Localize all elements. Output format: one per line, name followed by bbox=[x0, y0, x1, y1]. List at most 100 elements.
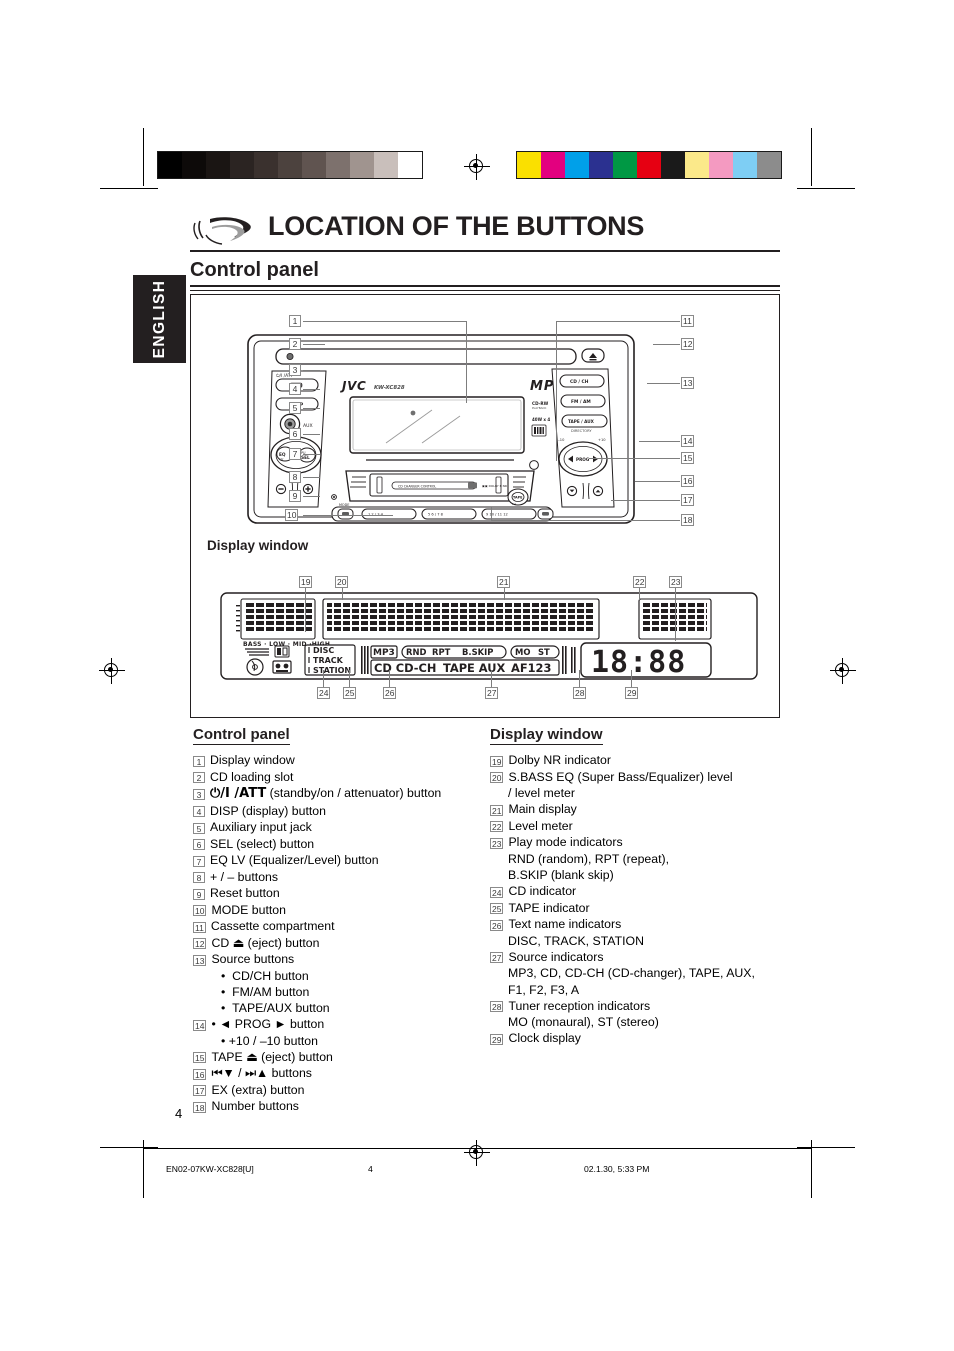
svg-text:DIRECTORY: DIRECTORY bbox=[571, 429, 592, 433]
legend-number: 8 bbox=[193, 872, 205, 883]
legend-label: ⏮▼ / ⏭▲ buttons bbox=[211, 1066, 312, 1081]
legend-control-panel: Control panel 1 Display window 2 CD load… bbox=[193, 726, 478, 1115]
list-item: 19 Dolby NR indicator bbox=[490, 752, 790, 768]
callout-1-leader-down bbox=[466, 321, 467, 403]
svg-text:CD / CH: CD / CH bbox=[570, 379, 589, 385]
list-item: 7 EQ LV (Equalizer/Level) button bbox=[193, 852, 478, 868]
svg-text:MODE: MODE bbox=[339, 503, 349, 507]
language-tab-english: ENGLISH bbox=[133, 275, 186, 363]
list-item: 4 DISP (display) button bbox=[193, 803, 478, 819]
svg-text:PLAYBACK: PLAYBACK bbox=[532, 406, 546, 410]
callout-11-leader-down bbox=[556, 321, 557, 461]
list-item: 28 Tuner reception indicators bbox=[490, 998, 790, 1014]
list-item: 27 Source indicators bbox=[490, 949, 790, 965]
figure-panel: 1 2 3 4 5 6 7 8 9 10 11 12 13 14 15 16 1… bbox=[190, 294, 780, 718]
callout-25: 25 bbox=[343, 687, 357, 699]
list-item: 2 CD loading slot bbox=[193, 769, 478, 785]
legend-number: 4 bbox=[193, 806, 205, 817]
svg-text:TAPE / AUX: TAPE / AUX bbox=[568, 419, 595, 424]
svg-text:–10: –10 bbox=[558, 438, 565, 442]
callout-14-leader bbox=[639, 441, 680, 442]
registration-mark-left bbox=[99, 658, 125, 684]
legend-number: 11 bbox=[193, 921, 206, 933]
list-item: 13 Source buttons bbox=[193, 951, 478, 967]
legend-label: Tuner reception indicators bbox=[508, 998, 651, 1013]
legend-number: 7 bbox=[193, 855, 205, 867]
callout-7-leader bbox=[303, 454, 320, 455]
chapter-header: LOCATION OF THE BUTTONS bbox=[190, 211, 780, 253]
callout-12: 12 bbox=[681, 338, 695, 350]
title-divider bbox=[190, 250, 780, 252]
grayscale-swatch bbox=[398, 152, 422, 178]
svg-text:B.SKIP: B.SKIP bbox=[462, 647, 493, 657]
footer-page: 4 bbox=[368, 1164, 373, 1174]
legend-sub-label: CD/CH button bbox=[232, 968, 309, 983]
svg-text:MP3: MP3 bbox=[373, 648, 395, 658]
svg-text:KW-XC828: KW-XC828 bbox=[374, 385, 405, 391]
legend-number: 3 bbox=[193, 788, 205, 800]
legend-number: 6 bbox=[193, 839, 205, 850]
callout-18: 18 bbox=[681, 514, 695, 526]
svg-text:5 6 / 7 8: 5 6 / 7 8 bbox=[428, 513, 444, 517]
callout-8-leader bbox=[303, 477, 320, 478]
legend-number: 9 bbox=[193, 888, 205, 900]
callout-1: 1 bbox=[289, 315, 301, 327]
grayscale-swatch bbox=[302, 152, 326, 178]
callout-19-leader bbox=[305, 588, 306, 632]
crop-mark-left-horizontal bbox=[100, 188, 158, 190]
legend-label: Level meter bbox=[508, 818, 573, 833]
callout-11: 11 bbox=[681, 315, 694, 327]
callout-21: 21 bbox=[497, 576, 511, 588]
callout-24-leader bbox=[323, 670, 324, 687]
legend-label: Reset button bbox=[210, 886, 280, 900]
legend-continuation: F1, F2, F3, A bbox=[508, 982, 580, 997]
legend-label: Auxiliary input jack bbox=[210, 820, 312, 834]
list-item: 11 Cassette compartment bbox=[193, 918, 478, 934]
registration-mark-bottom bbox=[464, 1140, 490, 1166]
legend-label: + / – buttons bbox=[210, 869, 279, 884]
page-title: LOCATION OF THE BUTTONS bbox=[268, 211, 645, 241]
svg-text:CD CD-CH: CD CD-CH bbox=[374, 661, 436, 675]
grayscale-swatch bbox=[158, 152, 182, 178]
svg-text:CD CHANGER CONTROL: CD CHANGER CONTROL bbox=[398, 484, 436, 488]
grayscale-swatch bbox=[254, 152, 278, 178]
legend-label: • ◄ PROG ► button bbox=[211, 1017, 325, 1032]
legend-number: 1 bbox=[193, 755, 205, 767]
callout-27: 27 bbox=[485, 687, 499, 699]
svg-text:9 10 / 11 12: 9 10 / 11 12 bbox=[486, 513, 508, 517]
callout-17-leader bbox=[611, 500, 680, 501]
legend-label: ⏻/I /ATT (standby/on / attenuator) butto… bbox=[210, 785, 478, 802]
callout-18-leader-up bbox=[491, 507, 492, 520]
callout-12-leader bbox=[653, 344, 680, 345]
legend-label: Dolby NR indicator bbox=[508, 753, 611, 767]
language-tab-label: ENGLISH bbox=[150, 279, 168, 359]
legend-label: TAPE indicator bbox=[508, 900, 590, 915]
legend-number: 17 bbox=[193, 1085, 207, 1097]
callout-26: 26 bbox=[383, 687, 397, 699]
svg-text:+10: +10 bbox=[598, 438, 606, 442]
legend-label: DISP (display) button bbox=[210, 803, 326, 818]
legend-number: 25 bbox=[490, 903, 504, 915]
callout-1-leader bbox=[303, 321, 467, 322]
callout-22-leader bbox=[639, 588, 640, 600]
legend-label: CD loading slot bbox=[210, 769, 294, 784]
callout-15: 15 bbox=[681, 452, 695, 464]
color-swatch bbox=[709, 152, 733, 178]
callout-17: 17 bbox=[681, 494, 695, 506]
list-item: 16 ⏮▼ / ⏭▲ buttons bbox=[193, 1065, 478, 1081]
color-swatch bbox=[637, 152, 661, 178]
legend-label: EQ LV (Equalizer/Level) button bbox=[210, 853, 379, 867]
callout-29: 29 bbox=[625, 687, 639, 699]
grayscale-swatch bbox=[182, 152, 206, 178]
callout-26-leader bbox=[389, 670, 390, 687]
footer-timestamp: 02.1.30, 5:33 PM bbox=[584, 1164, 650, 1174]
list-item: 14 • ◄ PROG ► button bbox=[193, 1016, 478, 1032]
list-item: 17 EX (extra) button bbox=[193, 1082, 478, 1098]
svg-text:PROG: PROG bbox=[576, 457, 590, 462]
svg-text:STATION: STATION bbox=[313, 666, 351, 675]
legend-display-window: Display window 19 Dolby NR indicator 20 … bbox=[490, 726, 790, 1047]
callout-7: 7 bbox=[289, 448, 301, 460]
legend-number: 28 bbox=[490, 1001, 504, 1013]
svg-text:JVC: JVC bbox=[340, 379, 366, 393]
svg-text:▣▣ DOLBY B NR: ▣▣ DOLBY B NR bbox=[482, 484, 507, 488]
